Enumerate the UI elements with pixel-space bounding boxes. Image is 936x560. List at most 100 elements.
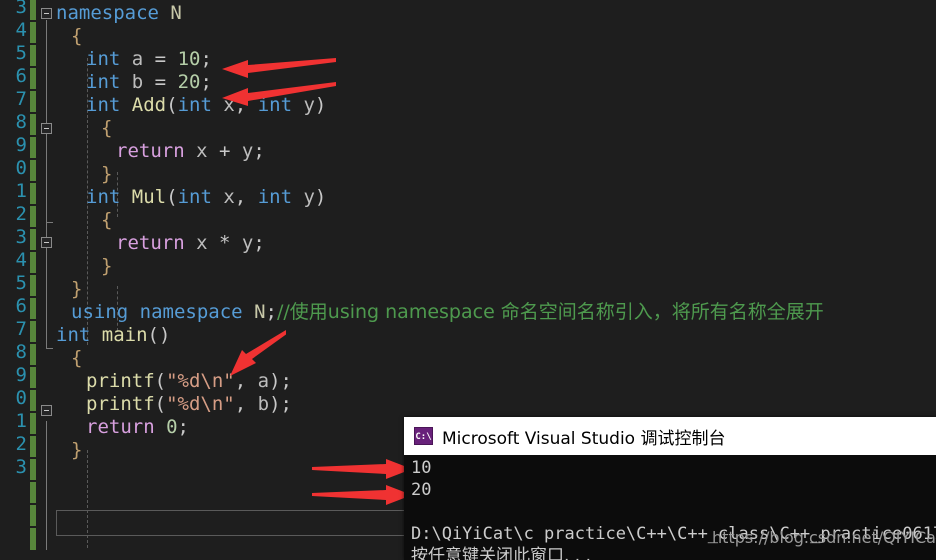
code-line[interactable]: { bbox=[101, 208, 112, 233]
arrow-to-int-a bbox=[222, 58, 336, 78]
code-token: Add bbox=[131, 94, 167, 116]
code-token: ); bbox=[269, 393, 292, 415]
change-bar-segment bbox=[30, 91, 36, 112]
code-token: b bbox=[131, 71, 144, 93]
fold-toggle-add[interactable] bbox=[41, 123, 52, 134]
code-line[interactable]: int main() bbox=[56, 323, 170, 348]
change-bar-segment bbox=[30, 0, 36, 20]
code-token: y bbox=[241, 140, 254, 162]
change-bar-segment bbox=[30, 344, 36, 365]
fold-toggle-namespace[interactable] bbox=[41, 8, 52, 19]
fold-guide-line bbox=[46, 421, 47, 550]
code-line[interactable]: using namespace N;//使用using namespace 命名… bbox=[71, 300, 824, 325]
code-token: } bbox=[71, 278, 83, 300]
code-token: main bbox=[101, 324, 148, 346]
code-line[interactable]: { bbox=[71, 24, 82, 49]
line-number: 8 bbox=[15, 341, 27, 363]
code-line[interactable]: { bbox=[71, 346, 82, 371]
line-number: 4 bbox=[15, 249, 27, 271]
console-output-line: 20 bbox=[411, 480, 432, 500]
code-token: 20 bbox=[177, 71, 201, 93]
line-number: 3 bbox=[15, 456, 27, 478]
code-token: using bbox=[71, 301, 129, 323]
code-token: ( bbox=[154, 393, 167, 415]
line-number: 2 bbox=[15, 203, 27, 225]
change-bar-segment bbox=[30, 229, 36, 250]
code-token: printf bbox=[86, 370, 155, 392]
code-token: x bbox=[196, 140, 208, 162]
arrow-to-namespace-close bbox=[230, 330, 286, 376]
console-window-title: Microsoft Visual Studio 调试控制台 bbox=[442, 428, 726, 449]
change-bar-segment bbox=[30, 459, 36, 480]
code-token: x bbox=[223, 186, 235, 208]
code-line[interactable]: int a = 10; bbox=[86, 47, 212, 72]
line-number: 2 bbox=[15, 433, 27, 455]
code-token: , bbox=[234, 393, 258, 415]
code-token: Mul bbox=[131, 186, 167, 208]
code-token: } bbox=[101, 255, 113, 277]
code-line[interactable]: } bbox=[101, 162, 112, 187]
fold-toggle-mul[interactable] bbox=[41, 237, 52, 248]
fold-margin[interactable] bbox=[38, 0, 56, 560]
code-token: ) bbox=[314, 186, 327, 208]
code-token: "%d\n" bbox=[166, 393, 235, 415]
code-token: * bbox=[207, 232, 242, 254]
code-token: int bbox=[257, 186, 293, 208]
code-line[interactable]: { bbox=[101, 116, 112, 141]
code-line[interactable]: return x * y; bbox=[116, 231, 265, 256]
change-bar-segment bbox=[30, 114, 36, 135]
code-token: ; bbox=[253, 232, 265, 254]
line-number: 3 bbox=[15, 226, 27, 248]
console-title-bar[interactable]: C:\ Microsoft Visual Studio 调试控制台 bbox=[404, 417, 936, 455]
code-line[interactable]: int b = 20; bbox=[86, 70, 212, 95]
change-bar-segment bbox=[30, 367, 36, 388]
change-bar-segment bbox=[30, 298, 36, 319]
code-token: ( bbox=[166, 186, 178, 208]
line-number: 8 bbox=[15, 111, 27, 133]
code-token: y bbox=[241, 232, 254, 254]
code-token: = bbox=[143, 48, 178, 70]
change-bar-segment bbox=[30, 321, 36, 342]
arrow-printf-b-to-output bbox=[312, 485, 412, 505]
code-token: int bbox=[86, 186, 121, 208]
code-line[interactable]: return 0; bbox=[86, 415, 189, 440]
code-token: N bbox=[170, 2, 182, 24]
fold-region-end-tick bbox=[46, 348, 53, 349]
code-token: namespace bbox=[56, 2, 171, 24]
change-bar-segment bbox=[30, 482, 36, 503]
code-line[interactable]: printf("%d\n", b); bbox=[86, 392, 292, 417]
code-line[interactable]: namespace N bbox=[56, 1, 182, 26]
code-token: int bbox=[177, 186, 212, 208]
code-token: int bbox=[86, 94, 121, 116]
code-token: N bbox=[254, 301, 266, 323]
code-line[interactable]: } bbox=[71, 438, 82, 463]
fold-guide-line bbox=[46, 246, 47, 336]
code-token: + bbox=[207, 140, 242, 162]
csdn-watermark: https://blog.csdn.net/QIYICat bbox=[712, 528, 936, 547]
change-bar-segment bbox=[30, 275, 36, 296]
code-token: ; bbox=[177, 416, 189, 438]
change-bar-segment bbox=[30, 45, 36, 66]
code-line[interactable]: } bbox=[101, 254, 112, 279]
change-bar-segment bbox=[30, 183, 36, 204]
line-number: 3 bbox=[15, 0, 27, 18]
fold-toggle-main[interactable] bbox=[41, 405, 52, 416]
code-token: 10 bbox=[177, 48, 201, 70]
console-output-line: 10 bbox=[411, 458, 432, 478]
code-token: ( bbox=[166, 94, 178, 116]
code-line[interactable]: int Mul(int x, int y) bbox=[86, 185, 326, 210]
code-line[interactable]: } bbox=[71, 277, 82, 302]
line-number: 6 bbox=[15, 65, 27, 87]
line-number: 7 bbox=[15, 318, 27, 340]
change-bar-segment bbox=[30, 528, 36, 550]
code-token: ; bbox=[265, 301, 277, 323]
line-number: 1 bbox=[15, 180, 27, 202]
line-number: 7 bbox=[15, 88, 27, 110]
code-line[interactable]: return x + y; bbox=[116, 139, 265, 164]
arrow-to-int-b bbox=[222, 82, 336, 106]
